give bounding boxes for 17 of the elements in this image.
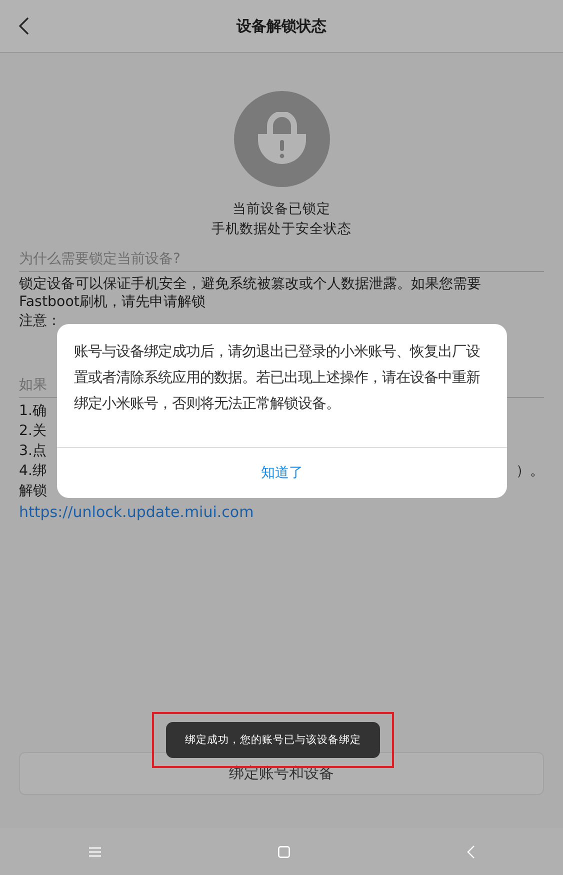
section-heading: 为什么需要锁定当前设备? xyxy=(19,241,544,272)
menu-icon[interactable] xyxy=(86,844,102,858)
home-icon[interactable] xyxy=(276,844,292,860)
paragraph: 锁定设备可以保证手机安全，避免系统被篡改或个人数据泄露。如果您需要 Fastboot刷机，请先申请解锁 xyxy=(19,275,482,311)
step-text: 3.点 xyxy=(19,442,47,461)
note-label: 注意： xyxy=(19,312,62,331)
status-text: 当前设备已锁定 xyxy=(232,200,330,219)
step-text: 2.关 xyxy=(19,422,47,441)
step-text: ）。 xyxy=(516,462,544,481)
ok-button[interactable]: 知道了 xyxy=(57,448,507,498)
step-text: 1.确 xyxy=(19,402,47,421)
step-text: 解锁 xyxy=(19,482,47,501)
unlock-link[interactable]: https://unlock.update.miui.com xyxy=(19,501,254,523)
window-title: 设备解锁状态 xyxy=(236,16,326,36)
status-toast: 绑定成功，您的账号已与该设备绑定 xyxy=(166,722,380,758)
step-text: 4.绑 xyxy=(19,462,47,481)
status-text: 手机数据处于安全状态 xyxy=(212,220,352,239)
